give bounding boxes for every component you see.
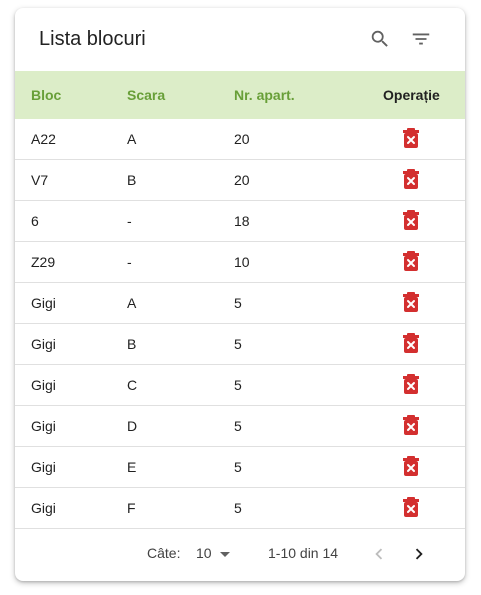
trash-icon	[403, 169, 419, 189]
delete-button[interactable]	[402, 374, 420, 394]
cell-nr-apart: 20	[234, 172, 250, 188]
cell-scara: F	[127, 500, 136, 516]
table-row: Gigi D 5	[15, 405, 465, 446]
cell-nr-apart: 20	[234, 131, 250, 147]
table-row: Gigi A 5	[15, 282, 465, 323]
next-page-button[interactable]	[408, 543, 430, 565]
cell-bloc: Gigi	[31, 459, 56, 475]
delete-button[interactable]	[402, 456, 420, 476]
cell-bloc: Z29	[31, 254, 56, 270]
cell-bloc: Gigi	[31, 500, 56, 516]
delete-button[interactable]	[402, 333, 420, 353]
trash-icon	[403, 251, 419, 271]
trash-icon	[403, 497, 419, 517]
cell-scara: -	[127, 254, 132, 270]
table-row: A22 A 20	[15, 119, 465, 159]
toolbar: Lista blocuri	[15, 8, 465, 71]
cell-scara: B	[127, 172, 137, 188]
cell-bloc: Gigi	[31, 377, 56, 393]
cell-scara: E	[127, 459, 137, 475]
cell-nr-apart: 5	[234, 459, 242, 475]
trash-icon	[403, 128, 419, 148]
cell-bloc: Gigi	[31, 418, 56, 434]
trash-icon	[403, 374, 419, 394]
table-row: Gigi C 5	[15, 364, 465, 405]
trash-icon	[403, 292, 419, 312]
rows-per-page-label: Câte:	[147, 545, 181, 561]
blocks-table-card: Lista blocuri Bloc Scara Nr. apart. Oper…	[15, 8, 465, 581]
page-title: Lista blocuri	[39, 28, 146, 50]
search-button[interactable]	[367, 26, 393, 52]
cell-bloc: Gigi	[31, 336, 56, 352]
cell-scara: B	[127, 336, 137, 352]
filter-icon	[412, 33, 430, 45]
table-header: Bloc Scara Nr. apart. Operație	[15, 71, 465, 119]
cell-bloc: Gigi	[31, 295, 56, 311]
cell-scara: C	[127, 377, 138, 393]
cell-nr-apart: 10	[234, 254, 250, 270]
previous-page-button[interactable]	[368, 543, 390, 565]
trash-icon	[403, 415, 419, 435]
table-row: Gigi F 5	[15, 487, 465, 528]
cell-bloc: A22	[31, 131, 56, 147]
cell-nr-apart: 5	[234, 336, 242, 352]
rows-per-page-value: 10	[196, 545, 212, 561]
column-header-bloc[interactable]: Bloc	[31, 71, 61, 119]
caret-down-icon	[219, 551, 230, 557]
column-header-nr-apart[interactable]: Nr. apart.	[234, 71, 295, 119]
cell-scara: -	[127, 213, 132, 229]
cell-scara: D	[127, 418, 138, 434]
column-header-operatie: Operație	[383, 87, 440, 103]
trash-icon	[403, 456, 419, 476]
trash-icon	[403, 210, 419, 230]
delete-button[interactable]	[402, 415, 420, 435]
trash-icon	[403, 333, 419, 353]
cell-nr-apart: 5	[234, 500, 242, 516]
table-body: A22 A 20 V7 B 20 6 - 18 Z29 - 10 Gigi A …	[15, 119, 465, 529]
table-row: Z29 - 10	[15, 241, 465, 282]
delete-button[interactable]	[402, 251, 420, 271]
column-header-scara[interactable]: Scara	[127, 71, 165, 119]
search-icon	[371, 30, 388, 47]
cell-nr-apart: 5	[234, 377, 242, 393]
table-row: Gigi B 5	[15, 323, 465, 364]
filter-button[interactable]	[408, 26, 434, 52]
pagination-range: 1-10 din 14	[268, 545, 339, 561]
cell-bloc: V7	[31, 172, 49, 188]
delete-button[interactable]	[402, 169, 420, 189]
pagination: Câte: 10 1-10 din 14	[15, 529, 465, 581]
table-row: V7 B 20	[15, 159, 465, 200]
table-row: Gigi E 5	[15, 446, 465, 487]
cell-scara: A	[127, 295, 137, 311]
rows-per-page-select[interactable]: 10	[196, 545, 230, 561]
table-row: 6 - 18	[15, 200, 465, 241]
delete-button[interactable]	[402, 292, 420, 312]
delete-button[interactable]	[402, 497, 420, 517]
cell-nr-apart: 18	[234, 213, 250, 229]
chevron-left-icon	[375, 548, 383, 560]
chevron-right-icon	[415, 548, 423, 560]
delete-button[interactable]	[402, 128, 420, 148]
cell-scara: A	[127, 131, 137, 147]
cell-nr-apart: 5	[234, 295, 242, 311]
cell-nr-apart: 5	[234, 418, 242, 434]
cell-bloc: 6	[31, 213, 39, 229]
delete-button[interactable]	[402, 210, 420, 230]
